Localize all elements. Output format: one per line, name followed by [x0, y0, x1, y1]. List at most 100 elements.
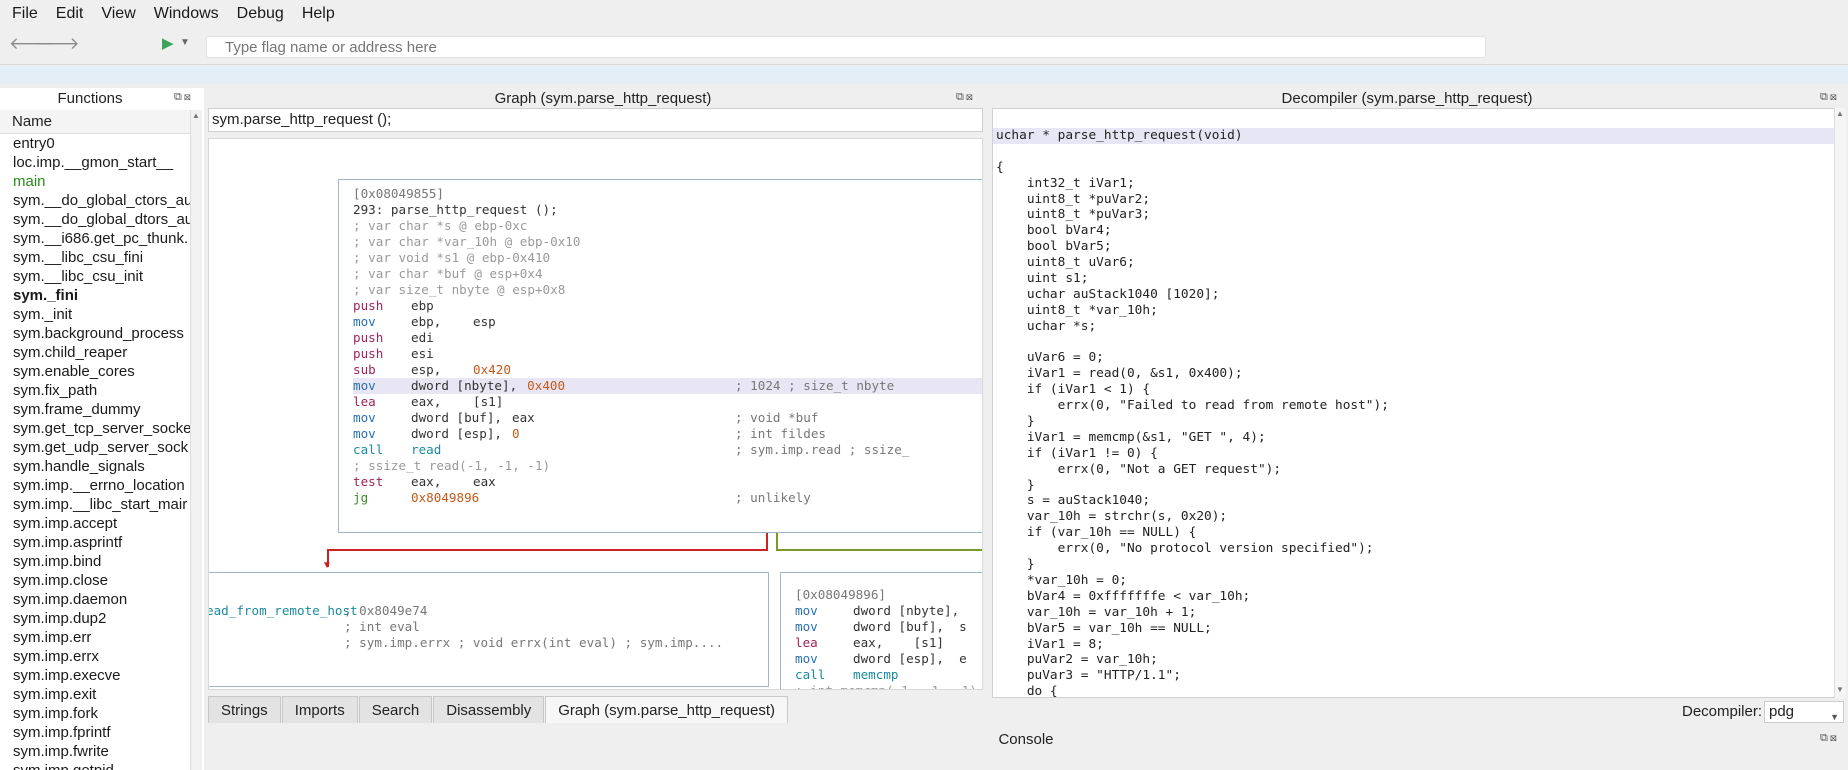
scroll-down-icon[interactable]: ▼ [1836, 685, 1844, 694]
asm-line[interactable]: call read ; sym.imp.read ; ssize_ [353, 442, 982, 458]
function-list-item[interactable]: sym.imp.close [0, 571, 190, 590]
graph-node-main[interactable]: [0x08049855] 293: parse_http_request ();;… [338, 179, 982, 533]
decompiler-line[interactable]: errx(0, "No protocol version specified")… [993, 541, 1841, 557]
function-list-item[interactable]: sym.imp.getpid [0, 761, 190, 770]
graph-node-error[interactable]: ead_from_remote_host; 0x8049e74; int eva… [209, 572, 769, 687]
asm-line[interactable]: call memcmp [795, 667, 982, 683]
function-list-item[interactable]: sym.enable_cores [0, 362, 190, 381]
decompiler-code[interactable]: uchar * parse_http_request(void) { int32_… [992, 108, 1842, 698]
function-list-item[interactable]: sym.background_process [0, 324, 190, 343]
function-list-item[interactable]: sym.__do_global_dtors_au [0, 210, 190, 229]
graph-node-success[interactable]: [0x08049896] mov dword [nbyte], mov dword [… [780, 572, 982, 689]
decompiler-line[interactable]: puVar3 = "HTTP/1.1"; [993, 668, 1841, 684]
decompiler-select[interactable]: pdg ▼ [1764, 701, 1844, 723]
asm-line[interactable]: ead_from_remote_host; 0x8049e74 [209, 603, 768, 619]
decompiler-line[interactable]: if (var_10h == NULL) { [993, 525, 1841, 541]
decompiler-line[interactable]: bVar4 = 0xfffffffe < var_10h; [993, 589, 1841, 605]
asm-line[interactable]: mov dword [buf], s [795, 619, 982, 635]
asm-line[interactable]: push esi [353, 346, 982, 362]
asm-line[interactable]: lea eax, [s1] [353, 394, 982, 410]
function-list-item[interactable]: sym.imp.err [0, 628, 190, 647]
decompiler-line[interactable]: uint8_t *puVar3; [993, 207, 1841, 223]
function-list-item[interactable]: sym.__i686.get_pc_thunk. [0, 229, 190, 248]
decompiler-line[interactable]: if (iVar1 != 0) { [993, 446, 1841, 462]
decompiler-line[interactable]: errx(0, "Failed to read from remote host… [993, 398, 1841, 414]
scroll-up-icon[interactable]: ▲ [1836, 109, 1844, 118]
decompiler-line[interactable]: errx(0, "Not a GET request"); [993, 462, 1841, 478]
asm-line[interactable]: mov ebp, esp [353, 314, 982, 330]
decompiler-line[interactable]: iVar1 = memcmp(&s1, "GET ", 4); [993, 430, 1841, 446]
scroll-up-icon[interactable]: ▲ [192, 111, 200, 120]
functions-scrollbar[interactable] [190, 110, 202, 770]
function-list-item[interactable]: sym.__do_global_ctors_au [0, 191, 190, 210]
function-list-item[interactable]: sym.imp.asprintf [0, 533, 190, 552]
asm-line[interactable]: mov dword [nbyte], [795, 603, 982, 619]
decompiler-line[interactable]: uchar auStack1040 [1020]; [993, 287, 1841, 303]
function-list-item[interactable]: sym.imp.fwrite [0, 742, 190, 761]
asm-line[interactable]: mov dword [buf], eax ; void *buf [353, 410, 982, 426]
decompiler-line[interactable]: } [993, 478, 1841, 494]
dock-controls-icon[interactable]: ⧉⊠ [1820, 91, 1839, 104]
decompiler-line[interactable]: puVar2 = var_10h; [993, 652, 1841, 668]
function-list-item[interactable]: sym.frame_dummy [0, 400, 190, 419]
function-list-item[interactable]: sym.imp.bind [0, 552, 190, 571]
tab-strings[interactable]: Strings [208, 696, 281, 723]
function-list-item[interactable]: sym._fini [0, 286, 190, 305]
function-list-item[interactable]: sym.__libc_csu_fini [0, 248, 190, 267]
decompiler-line[interactable]: var_10h = strchr(s, 0x20); [993, 509, 1841, 525]
function-list-item[interactable]: entry0 [0, 134, 190, 153]
asm-line[interactable]: mov dword [esp], 0 ; int fildes [353, 426, 982, 442]
decompiler-line[interactable]: bVar5 = var_10h == NULL; [993, 621, 1841, 637]
decompiler-line[interactable]: uint8_t *puVar2; [993, 192, 1841, 208]
play-icon[interactable]: ▶ [162, 34, 174, 52]
menu-windows[interactable]: Windows [154, 5, 219, 23]
decompiler-line[interactable]: { [993, 160, 1841, 176]
menu-file[interactable]: File [12, 5, 38, 23]
decompiler-line[interactable]: iVar1 = 8; [993, 637, 1841, 653]
flag-search-input[interactable] [206, 36, 1486, 58]
asm-line[interactable]: mov dword [esp], e [795, 651, 982, 667]
decompiler-line[interactable]: } [993, 414, 1841, 430]
decompiler-line[interactable]: *var_10h = 0; [993, 573, 1841, 589]
graph-function-signature[interactable]: sym.parse_http_request (); [208, 108, 983, 132]
forward-arrow-icon[interactable]: 🡒 [34, 34, 80, 54]
asm-line[interactable]: mov dword [nbyte], 0x400 ; 1024 ; size_t nb… [353, 378, 982, 394]
asm-line[interactable]: ; int memcmp(-1, -1, -1) [795, 683, 982, 689]
decompiler-line[interactable] [993, 144, 1841, 160]
decompiler-line[interactable]: if (iVar1 < 1) { [993, 382, 1841, 398]
function-list-item[interactable]: sym.__libc_csu_init [0, 267, 190, 286]
functions-column-header[interactable]: Name [0, 110, 192, 134]
function-list-item[interactable]: sym.imp.daemon [0, 590, 190, 609]
decompiler-line[interactable]: } [993, 557, 1841, 573]
tab-search[interactable]: Search [358, 696, 433, 723]
function-list-item[interactable]: sym.get_tcp_server_socke [0, 419, 190, 438]
decompiler-line[interactable]: int32_t iVar1; [993, 176, 1841, 192]
decompiler-line[interactable]: uint s1; [993, 271, 1841, 287]
asm-line[interactable]: test eax, eax [353, 474, 982, 490]
function-list-item[interactable]: sym.imp.__libc_start_mair [0, 495, 190, 514]
menu-debug[interactable]: Debug [237, 5, 284, 23]
function-list-item[interactable]: sym.get_udp_server_sock [0, 438, 190, 457]
decompiler-line[interactable]: uchar *s; [993, 319, 1841, 335]
function-list-item[interactable]: sym.imp.exit [0, 685, 190, 704]
function-list-item[interactable]: sym.imp.fork [0, 704, 190, 723]
dock-controls-icon[interactable]: ⧉⊠ [174, 91, 193, 104]
asm-line[interactable]: ; sym.imp.errx ; void errx(int eval) ; s… [209, 635, 768, 651]
decompiler-line[interactable]: bool bVar4; [993, 223, 1841, 239]
graph-canvas[interactable]: [0x08049855] 293: parse_http_request ();;… [208, 138, 983, 690]
tab-graph[interactable]: Graph (sym.parse_http_request) [545, 696, 789, 723]
asm-line[interactable]: sub esp, 0x420 [353, 362, 982, 378]
decompiler-scrollbar[interactable] [1834, 108, 1846, 698]
function-list-item[interactable]: loc.imp.__gmon_start__ [0, 153, 190, 172]
asm-line[interactable]: push ebp [353, 298, 982, 314]
function-list-item[interactable]: main [0, 172, 190, 191]
decompiler-line[interactable] [993, 335, 1841, 351]
function-list-item[interactable]: sym.imp.execve [0, 666, 190, 685]
decompiler-line[interactable]: iVar1 = read(0, &s1, 0x400); [993, 366, 1841, 382]
tab-imports[interactable]: Imports [281, 696, 358, 723]
function-list-item[interactable]: sym.imp.__errno_location [0, 476, 190, 495]
dock-controls-icon[interactable]: ⧉⊠ [956, 91, 975, 104]
menu-view[interactable]: View [101, 5, 135, 23]
decompiler-line[interactable]: bool bVar5; [993, 239, 1841, 255]
decompiler-line[interactable]: uint8_t *var_10h; [993, 303, 1841, 319]
